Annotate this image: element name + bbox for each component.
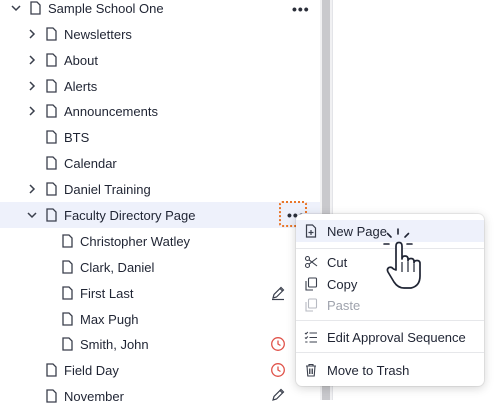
hand-cursor-icon xyxy=(380,226,430,292)
tree-item[interactable]: Field Day xyxy=(0,357,320,383)
tree-item-label: BTS xyxy=(64,129,90,145)
tree-root-label: Sample School One xyxy=(48,0,164,16)
tree-item-label: Clark, Daniel xyxy=(80,259,155,275)
tree-item[interactable]: Announcements xyxy=(0,98,320,124)
menu-item-label: Paste xyxy=(327,297,361,313)
tree-item-label: Christopher Watley xyxy=(80,233,191,249)
menu-item-move-to-trash[interactable]: Move to Trash xyxy=(296,359,484,381)
page-icon xyxy=(46,27,57,41)
tree-item[interactable]: Max Pugh xyxy=(0,306,320,332)
page-icon xyxy=(46,130,57,144)
clock-icon xyxy=(270,336,286,352)
tree-item-label: First Last xyxy=(80,285,134,301)
tree-root-row[interactable]: Sample School One ••• xyxy=(0,0,320,21)
root-more-options-icon[interactable]: ••• xyxy=(292,2,310,16)
tree-item-label: November xyxy=(64,388,124,404)
menu-separator xyxy=(296,320,484,321)
menu-item-label: Copy xyxy=(327,276,358,292)
page-icon xyxy=(46,208,57,222)
tree-item-label: Faculty Directory Page xyxy=(64,207,196,223)
page-icon xyxy=(62,234,73,248)
page-icon xyxy=(30,1,41,15)
tree-item[interactable]: First Last xyxy=(0,280,320,306)
tree-item-label: Field Day xyxy=(64,362,119,378)
edit-icon xyxy=(270,285,286,301)
menu-item-label: Move to Trash xyxy=(327,362,410,378)
tree-item-label: Calendar xyxy=(64,155,117,171)
page-icon xyxy=(62,260,73,274)
chevron-down-icon[interactable] xyxy=(10,2,22,14)
page-icon xyxy=(62,312,73,326)
page-tree-panel: Sample School One ••• Newsletters About … xyxy=(0,0,320,404)
paste-icon xyxy=(304,298,318,312)
tree-item[interactable]: About xyxy=(0,47,320,73)
tree-item-selected[interactable]: Faculty Directory Page xyxy=(0,202,320,228)
page-icon xyxy=(46,53,57,67)
menu-item-label: Edit Approval Sequence xyxy=(327,329,466,345)
tree-item-label: Announcements xyxy=(64,103,158,119)
tree-item[interactable]: Clark, Daniel xyxy=(0,254,320,280)
menu-item-label: New Page xyxy=(327,223,387,239)
menu-item-edit-approval-sequence[interactable]: Edit Approval Sequence xyxy=(296,326,484,348)
page-icon xyxy=(46,104,57,118)
page-icon xyxy=(46,389,57,403)
tree-item-label: Smith, John xyxy=(80,336,149,352)
tree-item[interactable]: Alerts xyxy=(0,73,320,99)
tree-item-label: Max Pugh xyxy=(80,311,139,327)
clock-icon xyxy=(270,362,286,378)
scissors-icon xyxy=(304,255,318,269)
menu-separator xyxy=(296,352,484,353)
tree-item[interactable]: November xyxy=(0,383,320,409)
approval-list-icon xyxy=(304,330,318,344)
page-icon xyxy=(46,363,57,377)
tree-item[interactable]: Smith, John xyxy=(0,331,320,357)
page-icon xyxy=(46,79,57,93)
tree-item-label: Alerts xyxy=(64,78,98,94)
edit-icon xyxy=(270,387,286,403)
page-icon xyxy=(46,156,57,170)
menu-item-paste: Paste xyxy=(296,294,484,316)
chevron-down-icon[interactable] xyxy=(26,209,38,221)
tree-item-label: About xyxy=(64,52,98,68)
tree-item-label: Newsletters xyxy=(64,26,132,42)
tree-item[interactable]: Christopher Watley xyxy=(0,228,320,254)
chevron-right-icon[interactable] xyxy=(26,28,38,40)
tree-item-label: Daniel Training xyxy=(64,181,151,197)
chevron-right-icon[interactable] xyxy=(26,183,38,195)
new-page-icon xyxy=(304,224,318,238)
page-icon xyxy=(62,337,73,351)
page-icon xyxy=(46,182,57,196)
tree-item[interactable]: BTS xyxy=(0,124,320,150)
copy-icon xyxy=(304,277,318,291)
menu-item-label: Cut xyxy=(327,254,348,270)
tree-item[interactable]: Newsletters xyxy=(0,21,320,47)
tree-item[interactable]: Daniel Training xyxy=(0,176,320,202)
chevron-right-icon[interactable] xyxy=(26,105,38,117)
chevron-right-icon[interactable] xyxy=(26,80,38,92)
trash-icon xyxy=(304,363,318,377)
chevron-right-icon[interactable] xyxy=(26,54,38,66)
page-icon xyxy=(62,286,73,300)
tree-item[interactable]: Calendar xyxy=(0,150,320,176)
